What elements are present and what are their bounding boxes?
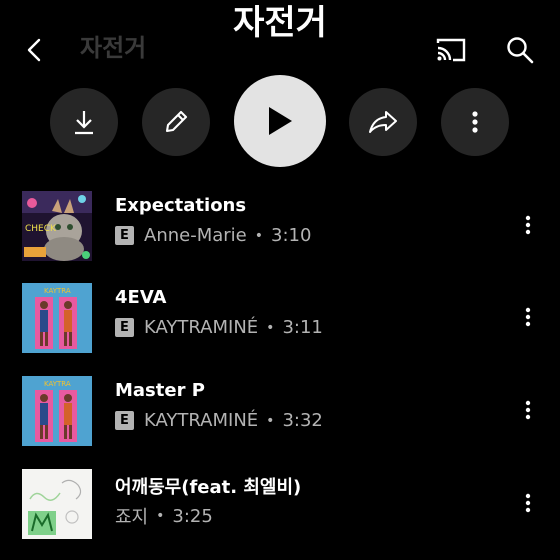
download-button[interactable] <box>50 88 118 156</box>
track-duration: 3:32 <box>282 410 323 431</box>
cast-icon <box>436 38 466 62</box>
track-more-button[interactable] <box>514 211 542 239</box>
back-arrow-icon <box>27 38 41 62</box>
track-artist: 죠지 <box>115 507 149 528</box>
svg-text:KAYTRA: KAYTRA <box>44 380 71 388</box>
track-meta: E KAYTRAMINÉ • 3:11 <box>115 317 323 338</box>
track-row[interactable]: CHECK Expectations E Anne-Marie • 3:10 <box>0 187 560 265</box>
edit-button[interactable] <box>142 88 210 156</box>
search-button[interactable] <box>503 33 537 67</box>
track-title: Expectations <box>115 195 247 216</box>
track-more-button[interactable] <box>514 303 542 331</box>
track-meta: E KAYTRAMINÉ • 3:32 <box>115 410 323 431</box>
track-duration: 3:10 <box>271 225 312 246</box>
top-bar: 자전거 <box>0 26 560 72</box>
track-artist: KAYTRAMINÉ <box>144 317 259 338</box>
more-vertical-icon <box>472 111 478 133</box>
more-vertical-icon <box>525 215 531 235</box>
track-row[interactable]: KAYTRA Master P E KAYTRAMINÉ • 3:32 <box>0 372 560 450</box>
more-options-button[interactable] <box>441 88 509 156</box>
track-title: 4EVA <box>115 287 167 308</box>
separator-dot: • <box>156 508 165 524</box>
explicit-badge: E <box>115 318 134 337</box>
track-duration: 3:25 <box>172 505 213 527</box>
svg-text:KAYTRA: KAYTRA <box>44 287 71 295</box>
separator-dot: • <box>266 412 275 429</box>
header-title: 자전거 <box>80 34 147 62</box>
back-button[interactable] <box>18 34 50 66</box>
track-duration: 3:11 <box>282 317 323 338</box>
separator-dot: • <box>254 227 264 244</box>
album-art: KAYTRA <box>22 283 92 353</box>
track-more-button[interactable] <box>514 396 542 424</box>
explicit-badge: E <box>115 226 134 245</box>
cast-button[interactable] <box>433 34 469 66</box>
track-title: Master P <box>115 380 205 401</box>
svg-text:CHECK: CHECK <box>25 224 57 234</box>
track-row[interactable]: 어깨동무(feat. 최엘비) 죠지 • 3:25 <box>0 465 560 543</box>
track-meta: 죠지 • 3:25 <box>115 503 213 529</box>
play-icon <box>269 107 292 135</box>
more-vertical-icon <box>525 307 531 327</box>
more-vertical-icon <box>525 400 531 420</box>
search-icon <box>507 37 534 64</box>
track-more-button[interactable] <box>514 489 542 517</box>
album-art: KAYTRA <box>22 376 92 446</box>
track-meta: E Anne-Marie • 3:10 <box>115 225 311 246</box>
album-art: CHECK <box>22 191 92 261</box>
share-button[interactable] <box>349 88 417 156</box>
track-title: 어깨동무(feat. 최엘비) <box>115 477 302 498</box>
track-artist: KAYTRAMINÉ <box>144 410 259 431</box>
track-row[interactable]: KAYTRA 4EVA E KAYTRAMINÉ • 3:11 <box>0 279 560 357</box>
download-icon <box>75 111 93 135</box>
track-artist: Anne-Marie <box>144 225 247 246</box>
share-icon <box>369 111 397 133</box>
pencil-icon <box>165 110 188 133</box>
separator-dot: • <box>266 319 275 336</box>
album-art <box>22 469 92 539</box>
play-button[interactable] <box>234 75 326 167</box>
more-vertical-icon <box>525 493 531 513</box>
explicit-badge: E <box>115 411 134 430</box>
